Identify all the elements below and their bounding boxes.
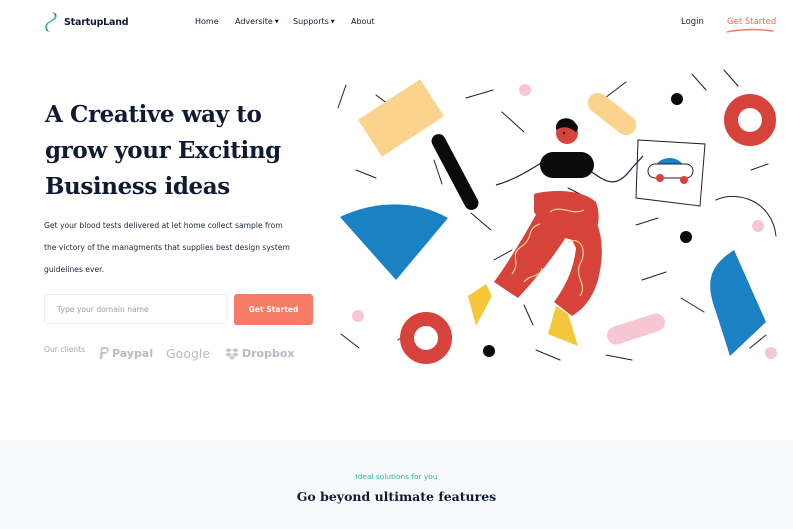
startupland-logo-icon (45, 12, 57, 32)
nav-about[interactable]: About (351, 17, 375, 26)
clients-row: Our clients (44, 345, 85, 354)
black-dot (680, 231, 692, 243)
client-paypal: Paypal (99, 347, 153, 360)
hero-description-line: guidelines ever. (44, 265, 104, 274)
get-started-button[interactable]: Get Started (234, 294, 313, 325)
car-picture-frame (635, 139, 706, 207)
features-section: Ideal solutions for you Go beyond ultima… (0, 440, 793, 529)
hero-title-line: Business ideas (45, 173, 230, 200)
header-get-started-link[interactable]: Get Started (727, 17, 776, 27)
pink-dot (519, 84, 531, 96)
yellow-rectangle-shape (357, 79, 445, 157)
hero-title-line: grow your Exciting (45, 137, 281, 164)
yellow-capsule-shape (587, 92, 637, 136)
pink-capsule-shape (607, 313, 665, 345)
hero-description-line: Get your blood tests delivered at let ho… (44, 221, 283, 230)
dropbox-logo-icon (225, 347, 239, 360)
red-ring-shape (400, 312, 452, 364)
nav-adversite[interactable]: Adversite ▼ (235, 17, 279, 26)
features-eyebrow: Ideal solutions for you (355, 472, 438, 481)
client-name: Google (166, 346, 211, 361)
black-dot (671, 93, 683, 105)
nav-home[interactable]: Home (195, 17, 219, 26)
hero-description-line: the victory of the managments that suppl… (44, 243, 290, 252)
black-dot (483, 345, 495, 357)
nav-about-label: About (351, 17, 375, 26)
brand-name: StartupLand (64, 16, 129, 28)
black-baton-shape (431, 134, 479, 210)
paypal-logo-icon (99, 347, 109, 359)
client-google: Google (166, 346, 210, 361)
cta-underline-decoration (726, 28, 774, 33)
chevron-down-icon: ▼ (274, 19, 279, 25)
pink-dot (765, 347, 777, 359)
client-dropbox: Dropbox (225, 347, 295, 360)
blue-wedge-shape (340, 204, 448, 280)
domain-input[interactable] (44, 294, 228, 324)
hero-illustration (337, 69, 777, 364)
login-link[interactable]: Login (681, 17, 704, 27)
blue-wedge-shape (710, 250, 766, 356)
client-name: Dropbox (242, 347, 295, 360)
pink-dot (352, 310, 364, 322)
nav-supports-label: Supports (293, 17, 329, 26)
red-ring-shape (724, 94, 776, 146)
brand-logo[interactable]: StartupLand (44, 12, 129, 32)
clients-label: Our clients (44, 345, 86, 354)
client-name: Paypal (112, 347, 154, 360)
hero-title: A Creative way to grow your Exciting Bus… (45, 97, 335, 205)
person-figure (468, 118, 644, 346)
pink-dot (752, 220, 764, 232)
nav-adversite-label: Adversite (235, 17, 273, 26)
nav-supports[interactable]: Supports ▼ (293, 17, 335, 26)
hero-title-line: A Creative way to (45, 101, 262, 128)
hero-description: Get your blood tests delivered at let ho… (44, 215, 314, 281)
nav-home-label: Home (195, 17, 219, 26)
chevron-down-icon: ▼ (330, 19, 335, 25)
features-title: Go beyond ultimate features (296, 489, 497, 504)
